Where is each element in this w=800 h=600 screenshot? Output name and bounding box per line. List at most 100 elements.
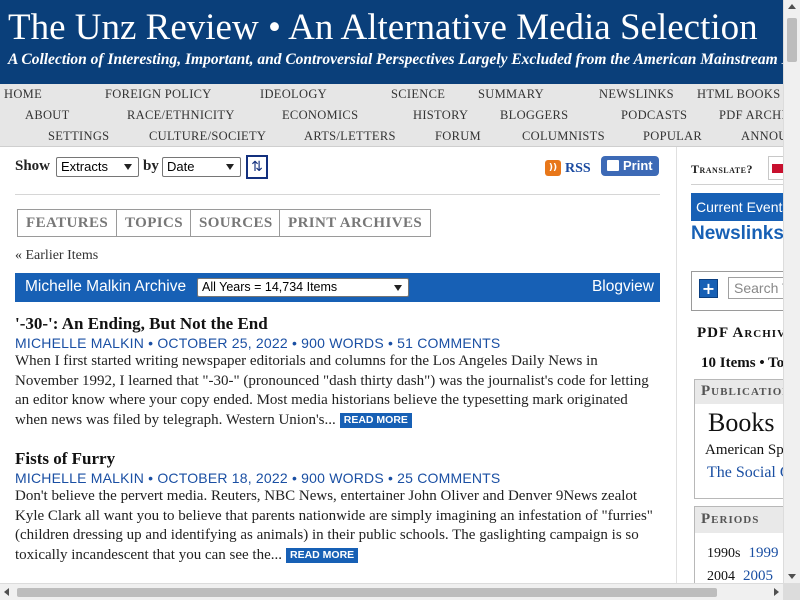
nav-row-3: SETTINGS CULTURE/SOCIETY ARTS/LETTERS FO…	[0, 126, 783, 146]
translate-label: Translate?	[691, 162, 753, 176]
show-select-value: Extracts	[61, 159, 108, 174]
chevron-down-icon	[394, 285, 402, 291]
read-more-button[interactable]: READ MORE	[285, 547, 359, 563]
nav-item-newslinks[interactable]: NEWSLINKS	[599, 87, 674, 102]
nav-item-announcements[interactable]: ANNOUNCEMENTS	[741, 129, 783, 144]
show-select[interactable]: Extracts	[56, 157, 139, 177]
newslinks-link[interactable]: Newslinks	[691, 223, 783, 245]
scroll-right-arrow-icon[interactable]	[774, 588, 779, 596]
article-meta[interactable]: MICHELLE MALKIN • OCTOBER 25, 2022 • 900…	[15, 335, 660, 351]
sort-arrows-icon: ⇅	[251, 159, 263, 175]
article-excerpt: When I first started writing newspaper e…	[15, 352, 660, 430]
article-title[interactable]: '-30-': An Ending, But Not the End	[15, 314, 660, 334]
search-panel: + Search Text	[691, 271, 783, 311]
article-item: '-30-': An Ending, But Not the End MICHE…	[15, 314, 660, 430]
article-meta[interactable]: MICHELLE MALKIN • OCTOBER 18, 2022 • 900…	[15, 470, 660, 486]
main-content: Show Extracts by Date ⇅ )) RSS Print FEA…	[0, 147, 675, 583]
nav-item-summary[interactable]: SUMMARY	[478, 87, 544, 102]
main-nav: HOME FOREIGN POLICY IDEOLOGY SCIENCE SUM…	[0, 84, 783, 147]
sort-by-select[interactable]: Date	[162, 157, 241, 177]
vertical-scroll-thumb[interactable]	[787, 18, 797, 62]
period-row: 2004 2005	[707, 568, 773, 583]
nav-item-popular[interactable]: POPULAR	[643, 129, 702, 144]
article-title[interactable]: Fists of Furry	[15, 449, 660, 469]
nav-item-about[interactable]: ABOUT	[25, 108, 70, 123]
nav-item-culture-society[interactable]: CULTURE/SOCIETY	[149, 129, 266, 144]
nav-item-podcasts[interactable]: PODCASTS	[621, 108, 687, 123]
nav-item-columnists[interactable]: COLUMNISTS	[522, 129, 605, 144]
show-label: Show	[15, 158, 51, 174]
expand-plus-icon[interactable]: +	[699, 279, 718, 298]
site-title[interactable]: The Unz Review • An Alternative Media Se…	[8, 6, 758, 49]
publications-box: Publications Books American Spectator Th…	[694, 379, 783, 499]
current-events-link[interactable]: Current Events	[691, 193, 783, 221]
print-label: Print	[623, 158, 653, 173]
read-more-button[interactable]: READ MORE	[339, 412, 412, 428]
social-contract-link[interactable]: The Social Contract	[707, 464, 783, 482]
items-count: 10 Items • Total	[701, 355, 783, 371]
printer-icon	[607, 160, 619, 171]
horizontal-scrollbar[interactable]	[0, 583, 783, 600]
nav-item-foreign-policy[interactable]: FOREIGN POLICY	[105, 87, 212, 102]
article-item: Fists of Furry MICHELLE MALKIN • OCTOBER…	[15, 449, 660, 565]
scroll-down-arrow-icon[interactable]	[788, 574, 796, 579]
earlier-items-link[interactable]: « Earlier Items	[15, 248, 98, 264]
archive-header-bar: Michelle Malkin Archive All Years = 14,7…	[15, 273, 660, 302]
nav-row-2: ABOUT RACE/ETHNICITY ECONOMICS HISTORY B…	[0, 105, 783, 126]
sort-order-button[interactable]: ⇅	[246, 155, 268, 179]
nav-item-settings[interactable]: SETTINGS	[48, 129, 109, 144]
tab-features[interactable]: FEATURES	[17, 209, 118, 237]
archive-year-select[interactable]: All Years = 14,734 Items	[197, 278, 409, 297]
divider	[15, 194, 660, 195]
chevron-down-icon	[124, 164, 132, 170]
language-flag-button[interactable]	[768, 156, 783, 180]
search-input[interactable]: Search Text	[728, 277, 783, 299]
nav-item-pdf-archive[interactable]: PDF ARCHIVE	[719, 108, 783, 123]
nav-item-science[interactable]: SCIENCE	[391, 87, 445, 102]
site-tagline: A Collection of Interesting, Important, …	[8, 51, 783, 68]
rss-label: RSS	[565, 161, 591, 176]
horizontal-scroll-thumb[interactable]	[17, 588, 717, 597]
nav-item-ideology[interactable]: IDEOLOGY	[260, 87, 327, 102]
archive-year-select-value: All Years = 14,734 Items	[202, 280, 338, 294]
period-year-link[interactable]: 2005	[743, 568, 773, 583]
tab-print-archives[interactable]: PRINT ARCHIVES	[279, 209, 432, 237]
site-banner: The Unz Review • An Alternative Media Se…	[0, 0, 783, 84]
scroll-left-arrow-icon[interactable]	[4, 588, 9, 596]
nav-item-home[interactable]: HOME	[4, 87, 42, 102]
nav-item-history[interactable]: HISTORY	[413, 108, 468, 123]
period-decade[interactable]: 1990s	[707, 546, 740, 561]
tab-topics[interactable]: TOPICS	[116, 209, 192, 237]
right-sidebar: Translate? Current Events Newslinks + Se…	[676, 147, 783, 583]
nav-item-economics[interactable]: ECONOMICS	[282, 108, 358, 123]
vertical-scrollbar[interactable]	[783, 0, 800, 583]
publications-heading: Publications	[695, 380, 783, 404]
tab-sources[interactable]: SOURCES	[190, 209, 282, 237]
nav-item-race-ethnicity[interactable]: RACE/ETHNICITY	[127, 108, 235, 123]
period-row: 1990s 1999	[707, 545, 778, 562]
by-label: by	[143, 158, 159, 174]
flag-icon	[772, 164, 783, 173]
periods-box: Periods 1990s 1999 2004 2005	[694, 506, 783, 583]
view-controls: Show Extracts by Date ⇅ )) RSS Print	[15, 155, 660, 185]
nav-item-forum[interactable]: FORUM	[435, 129, 481, 144]
archive-title: Michelle Malkin Archive	[25, 278, 187, 295]
period-decade[interactable]: 2004	[707, 569, 735, 583]
print-button[interactable]: Print	[601, 156, 659, 176]
nav-row-1: HOME FOREIGN POLICY IDEOLOGY SCIENCE SUM…	[0, 84, 783, 105]
american-spectator-link[interactable]: American Spectator	[705, 442, 783, 459]
blogview-link[interactable]: Blogview	[592, 278, 654, 296]
periods-heading: Periods	[695, 507, 783, 533]
sort-by-select-value: Date	[167, 159, 195, 174]
books-link[interactable]: Books	[708, 408, 774, 438]
period-year-link[interactable]: 1999	[748, 545, 778, 561]
chevron-down-icon	[226, 164, 234, 170]
scrollbar-corner	[783, 583, 800, 600]
nav-item-bloggers[interactable]: BLOGGERS	[500, 108, 568, 123]
article-excerpt: Don't believe the pervert media. Reuters…	[15, 487, 660, 565]
scroll-up-arrow-icon[interactable]	[788, 4, 796, 9]
divider	[691, 184, 783, 185]
nav-item-arts-letters[interactable]: ARTS/LETTERS	[304, 129, 396, 144]
nav-item-html-books[interactable]: HTML BOOKS	[697, 87, 780, 102]
pdf-archive-heading[interactable]: PDF Archive	[697, 325, 783, 342]
